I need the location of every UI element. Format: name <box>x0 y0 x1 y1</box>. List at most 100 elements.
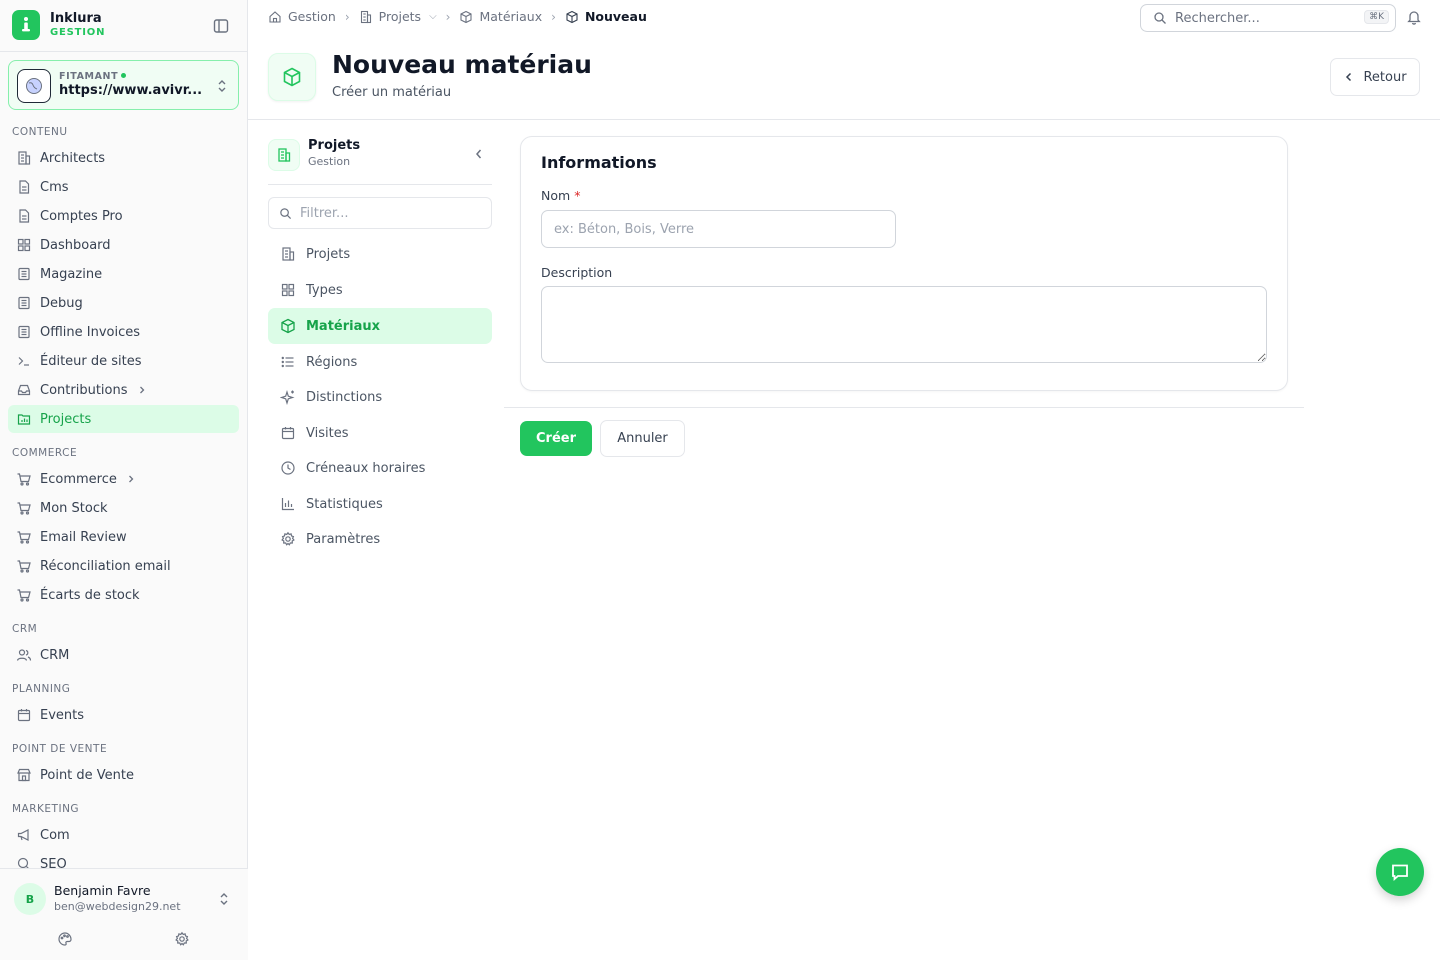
sidebar-item-label: Projects <box>40 411 92 427</box>
palette-icon[interactable] <box>57 931 73 947</box>
sidebar-item-mon-stock[interactable]: Mon Stock <box>8 494 239 522</box>
box-icon <box>281 318 295 334</box>
sidebar-item-architects[interactable]: Architects <box>8 144 239 172</box>
building-icon <box>268 139 300 171</box>
file-icon <box>19 209 30 223</box>
brand[interactable]: Inklura GESTION <box>12 10 105 40</box>
sidebar-item-label: Point de Vente <box>40 767 135 783</box>
terminal-icon <box>18 357 29 366</box>
file-icon <box>19 180 30 194</box>
cart-icon <box>17 531 31 544</box>
chevron-left-icon[interactable] <box>472 147 486 161</box>
sidebar-item-editeur-de-sites[interactable]: Éditeur de sites <box>8 347 239 375</box>
secondary-nav-header: Projets Gestion <box>268 137 492 185</box>
sidebar-item-label: Com <box>40 827 70 843</box>
sidebar-toggle-icon[interactable] <box>212 17 230 35</box>
sidebar-item-projects[interactable]: Projects <box>8 405 239 433</box>
breadcrumb-current: Nouveau <box>565 9 647 24</box>
page-subtitle: Créer un matériau <box>332 85 452 100</box>
sidebar-item-label: Dashboard <box>40 237 111 253</box>
sidebar-item-magazine[interactable]: Magazine <box>8 260 239 288</box>
store-icon <box>17 768 31 782</box>
globe-icon <box>17 69 51 103</box>
topbar: Gestion › Projets ⌵ › Matériaux › Nouvea… <box>248 0 1440 34</box>
breadcrumb: Gestion › Projets ⌵ › Matériaux › Nouvea… <box>268 9 647 24</box>
sidebar-item-email-review[interactable]: Email Review <box>8 523 239 551</box>
subnav-item-visites[interactable]: Visites <box>268 415 492 451</box>
status-dot <box>121 73 127 78</box>
subnav-item-projets[interactable]: Projets <box>268 236 492 272</box>
sidebar-nav: CONTENU Architects Cms Comptes Pro Dashb… <box>0 120 248 868</box>
grid-icon <box>281 283 295 297</box>
secondary-nav-subtitle: Gestion <box>308 155 351 168</box>
subnav-item-distinctions[interactable]: Distinctions <box>268 379 492 415</box>
chevron-right-icon <box>139 386 144 394</box>
sidebar-item-debug[interactable]: Debug <box>8 289 239 317</box>
clock-icon <box>281 461 295 475</box>
subnav-item-regions[interactable]: Régions <box>268 344 492 380</box>
name-input[interactable] <box>541 210 896 248</box>
sidebar-item-label: Email Review <box>40 529 127 545</box>
create-button[interactable]: Créer <box>520 421 592 456</box>
sidebar-item-contributions[interactable]: Contributions <box>8 376 239 404</box>
breadcrumb-projets[interactable]: Projets ⌵ <box>359 9 437 24</box>
sidebar-item-seo[interactable]: SEO <box>8 850 239 868</box>
user-menu[interactable]: B Benjamin Favre ben@webdesign29.net <box>0 868 248 960</box>
breadcrumb-gestion[interactable]: Gestion <box>268 9 336 24</box>
sidebar-item-label: Debug <box>40 295 83 311</box>
brand-name: Inklura <box>50 11 102 26</box>
calendar-icon <box>17 709 31 722</box>
chevron-down-icon[interactable]: ⌵ <box>429 11 437 22</box>
chevron-up-down-icon <box>218 80 226 92</box>
sidebar-item-label: Mon Stock <box>40 500 108 516</box>
breadcrumb-separator: › <box>551 9 556 24</box>
search-icon <box>280 207 292 219</box>
grid-icon <box>17 238 31 252</box>
sidebar-item-com[interactable]: Com <box>8 821 239 849</box>
inbox-icon <box>17 384 31 396</box>
sidebar-item-ecarts-de-stock[interactable]: Écarts de stock <box>8 581 239 609</box>
site-switcher[interactable]: FITAMANT https://www.avivr... <box>8 60 239 110</box>
chat-button[interactable] <box>1376 848 1424 896</box>
subnav-item-materiaux[interactable]: Matériaux <box>268 308 492 344</box>
list-icon <box>281 356 294 368</box>
breadcrumb-separator: › <box>344 9 350 24</box>
subnav-item-types[interactable]: Types <box>268 272 492 308</box>
sidebar-item-label: CRM <box>40 647 70 663</box>
chevron-up-down-icon <box>220 893 228 905</box>
sidebar-item-label: Cms <box>40 179 69 195</box>
megaphone-icon <box>17 829 29 841</box>
sidebar-item-offline-invoices[interactable]: Offline Invoices <box>8 318 239 346</box>
search-input[interactable]: Rechercher... ⌘K <box>1140 4 1396 32</box>
sidebar-item-point-de-vente[interactable]: Point de Vente <box>8 761 239 789</box>
nav-section-title: MARKETING <box>12 803 80 815</box>
breadcrumb-materiaux[interactable]: Matériaux <box>459 9 542 24</box>
sidebar-item-label: Réconciliation email <box>40 558 171 574</box>
brand-subtitle: GESTION <box>50 27 106 38</box>
sidebar-item-ecommerce[interactable]: Ecommerce <box>8 465 239 493</box>
cancel-button[interactable]: Annuler <box>600 420 685 457</box>
sidebar-item-cms[interactable]: Cms <box>8 173 239 201</box>
gear-icon <box>281 531 295 546</box>
gear-icon[interactable] <box>174 931 190 947</box>
sidebar-item-dashboard[interactable]: Dashboard <box>8 231 239 259</box>
chevron-right-icon <box>128 475 134 483</box>
description-textarea[interactable] <box>541 286 1267 363</box>
sidebar-item-comptes-pro[interactable]: Comptes Pro <box>8 202 239 230</box>
subnav-item-creneaux-horaires[interactable]: Créneaux horaires <box>268 450 492 486</box>
subnav-item-parametres[interactable]: Paramètres <box>268 521 492 557</box>
sidebar-item-label: SEO <box>40 856 67 869</box>
bell-icon[interactable] <box>1406 9 1422 25</box>
sidebar-item-reconciliation-email[interactable]: Réconciliation email <box>8 552 239 580</box>
nav-section-title: POINT DE VENTE <box>12 743 108 755</box>
back-button[interactable]: Retour <box>1330 58 1420 96</box>
sidebar-item-crm[interactable]: CRM <box>8 641 239 669</box>
sidebar-item-label: Events <box>40 707 85 723</box>
filter-input[interactable]: Filtrer... <box>268 197 492 229</box>
search-icon <box>17 857 29 868</box>
user-email: ben@webdesign29.net <box>54 900 181 913</box>
nav-section-title: COMMERCE <box>12 447 78 459</box>
sidebar-item-events[interactable]: Events <box>8 701 239 729</box>
sidebar: Inklura GESTION FITAMANT https://www.avi… <box>0 0 248 960</box>
subnav-item-statistiques[interactable]: Statistiques <box>268 486 492 522</box>
